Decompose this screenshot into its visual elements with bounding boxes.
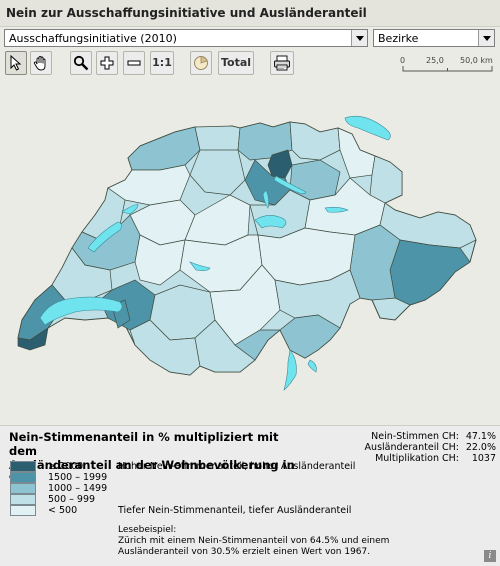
scale-tick-25: 25,0 [426, 56, 444, 65]
legend-swatch [10, 505, 36, 516]
scale-line [402, 66, 493, 72]
print-button[interactable] [270, 51, 294, 75]
legend-high-description: Hoher Nein-Stimmenanteil, hoher Auslände… [118, 461, 356, 472]
legend-swatch [10, 461, 36, 472]
zoom-in-tool[interactable] [96, 51, 118, 75]
pointer-icon [10, 55, 22, 71]
legend-color-scale [10, 461, 36, 517]
reading-example-line-2: Ausländeranteil von 30.5% erzielt einen … [118, 547, 371, 557]
minus-icon [127, 60, 141, 66]
vote-select[interactable]: Ausschaffungsinitiative (2010) [4, 29, 368, 47]
legend-class-label: 1000 – 1499 [48, 483, 108, 494]
stat-nein: Nein-Stimmen CH: 47.1% [371, 431, 496, 442]
hand-icon [33, 56, 46, 71]
legend-class-label: 500 – 999 [48, 494, 96, 505]
printer-icon [274, 55, 290, 71]
district-region[interactable] [349, 224, 401, 301]
info-icon[interactable]: i [484, 550, 496, 562]
reading-example-line-1: Zürich mit einem Nein-Stimmenanteil von … [118, 536, 390, 546]
scale-bar: 0 25,0 50,0 km [400, 56, 496, 76]
legend-class-label: ≥ 2000 [48, 461, 84, 472]
legend-swatch [10, 472, 36, 483]
switzerland-map[interactable] [0, 79, 500, 425]
legend-swatch [10, 494, 36, 505]
map-canvas[interactable] [0, 79, 500, 425]
level-select[interactable]: Bezirke [373, 29, 495, 47]
app-title-bar: Nein zur Ausschaffungsinitiative und Aus… [0, 0, 500, 27]
scale-tick-50: 50,0 km [460, 56, 493, 65]
zoom-out-tool[interactable] [123, 51, 145, 75]
pie-chart-icon [194, 56, 208, 70]
chevron-down-icon[interactable] [478, 30, 494, 46]
app-title: Nein zur Ausschaffungsinitiative und Aus… [6, 6, 367, 20]
pan-tool[interactable] [30, 51, 52, 75]
chevron-down-icon[interactable] [351, 30, 367, 46]
chart-tool[interactable] [190, 51, 212, 75]
vote-select-value: Ausschaffungsinitiative (2010) [9, 32, 177, 45]
total-button[interactable]: Total [218, 51, 254, 75]
district-region[interactable] [389, 239, 471, 306]
legend-class-label: < 500 [48, 505, 78, 516]
reading-example-title: Lesebeispiel: [118, 525, 177, 535]
pointer-tool[interactable] [5, 51, 27, 75]
one-to-one-label: 1:1 [152, 56, 172, 69]
district-region[interactable] [369, 155, 403, 204]
magnifier-icon [73, 55, 89, 71]
level-select-value: Bezirke [378, 32, 419, 45]
legend-title-line-1: Nein-Stimmenanteil in % multipliziert mi… [9, 430, 279, 458]
reading-example: Lesebeispiel: Zürich mit einem Nein-Stim… [118, 525, 418, 558]
legend-low-description: Tiefer Nein-Stimmenanteil, tiefer Auslän… [118, 505, 352, 516]
legend-class-label: 1500 – 1999 [48, 472, 108, 483]
total-label: Total [220, 56, 252, 69]
plus-icon [100, 56, 114, 70]
national-stats: Nein-Stimmen CH: 47.1% Ausländeranteil C… [365, 431, 496, 464]
stat-auslaender: Ausländeranteil CH: 22.0% [364, 442, 496, 453]
stat-multiplikation: Multiplikation CH: 1037 [375, 453, 496, 464]
lake-lugano [307, 359, 317, 373]
lake-maggiore [283, 349, 297, 391]
scale-tick-0: 0 [400, 56, 406, 65]
legend-swatch [10, 483, 36, 494]
zoom-tool[interactable] [70, 51, 92, 75]
one-to-one-tool[interactable]: 1:1 [150, 51, 174, 75]
